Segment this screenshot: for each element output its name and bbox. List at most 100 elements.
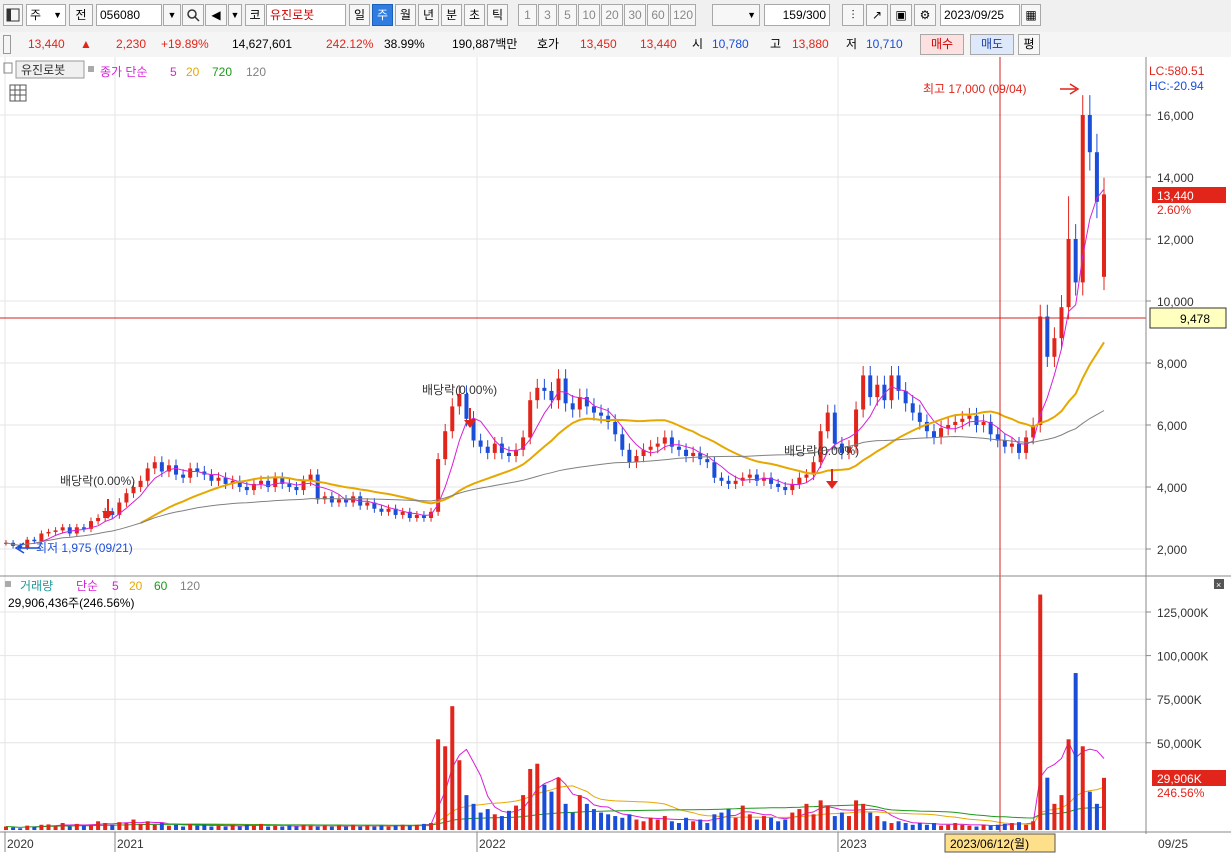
volume-bar — [174, 824, 179, 830]
volume-bar — [81, 825, 86, 830]
speaker-dropdown-icon[interactable]: ▼ — [228, 4, 242, 26]
sell-button[interactable]: 매도 — [970, 34, 1014, 55]
candle-body — [684, 449, 689, 456]
interval-dropdown[interactable]: ▼ — [712, 4, 760, 26]
buy-button[interactable]: 매수 — [920, 34, 964, 55]
candle-body — [478, 440, 483, 447]
date-field[interactable]: 2023/09/25 — [940, 4, 1020, 26]
price-tick-label: 4,000 — [1157, 481, 1187, 495]
interval-button[interactable]: 3 — [538, 4, 557, 26]
volume-bar — [754, 819, 759, 830]
period-button[interactable]: 초 — [464, 4, 485, 26]
search-icon[interactable] — [182, 4, 204, 26]
volume-bar — [96, 821, 101, 830]
interval-button[interactable]: 1 — [518, 4, 537, 26]
candle-body — [181, 474, 186, 478]
volume-bar — [669, 821, 674, 830]
volume-tick-label: 75,000K — [1157, 693, 1202, 707]
price-tick-label: 10,000 — [1157, 295, 1194, 309]
code-dropdown-icon[interactable]: ▼ — [163, 4, 181, 26]
candle-body — [648, 446, 653, 450]
volume-bar — [365, 825, 370, 830]
volume-bar — [308, 825, 313, 830]
volume-bar — [854, 800, 859, 830]
interval-button[interactable]: 5 — [558, 4, 577, 26]
volume-bar — [917, 823, 922, 830]
candle-body — [301, 480, 306, 491]
period-button[interactable]: 월 — [395, 4, 416, 26]
candle-body — [967, 415, 972, 419]
stock-code-input[interactable]: 056080 — [96, 4, 162, 26]
candle-body — [365, 502, 370, 506]
window-menu-icon[interactable] — [3, 4, 23, 26]
candle-body — [450, 406, 455, 432]
period-button[interactable]: 일 — [349, 4, 370, 26]
candle-body — [662, 437, 667, 444]
interval-button[interactable]: 60 — [647, 4, 669, 26]
volume-bar — [577, 795, 582, 830]
gear-icon[interactable]: ⚙ — [914, 4, 936, 26]
volume-bar — [1087, 791, 1092, 830]
price-tick-label: 6,000 — [1157, 419, 1187, 433]
interval-button[interactable]: 10 — [578, 4, 600, 26]
volume-bar — [421, 823, 426, 830]
candle-body — [485, 446, 490, 453]
candle-body — [854, 409, 859, 447]
period-button[interactable]: 주 — [372, 4, 393, 26]
stock-name-field[interactable]: 유진로봇 — [266, 4, 346, 26]
volume-bar — [251, 825, 256, 830]
candle-body — [1024, 437, 1029, 453]
candle-body — [676, 446, 681, 450]
volume-bar — [1080, 746, 1085, 830]
save-icon[interactable]: ▣ — [890, 4, 912, 26]
volume-bar — [514, 805, 519, 830]
candle-body — [946, 425, 951, 429]
volume-bar — [542, 784, 547, 830]
candle-body — [591, 406, 596, 413]
volume-bar — [825, 805, 830, 830]
pyeong-button[interactable]: 평 — [1018, 34, 1040, 55]
jeon-button[interactable]: 전 — [69, 4, 93, 26]
table-icon[interactable] — [9, 84, 27, 102]
interval-button[interactable]: 30 — [624, 4, 646, 26]
volume-bar — [74, 823, 79, 830]
candle-body — [400, 511, 405, 515]
period-button[interactable]: 년 — [418, 4, 439, 26]
interval-button[interactable]: 20 — [601, 4, 623, 26]
volume-bar — [230, 824, 235, 830]
volume-bar — [67, 826, 72, 830]
candle-body — [868, 375, 873, 398]
volume-bar — [648, 817, 653, 830]
volume-bar — [400, 824, 405, 830]
vol-ma-period-5: 5 — [112, 579, 119, 593]
volume-bar — [634, 819, 639, 830]
candle-body — [960, 418, 965, 422]
volume-bar — [351, 824, 356, 830]
volume-bar — [379, 825, 384, 830]
calendar-icon[interactable]: ▦ — [1021, 4, 1041, 26]
volume-bar — [641, 821, 646, 830]
period-button[interactable]: 틱 — [487, 4, 508, 26]
line-tool-icon[interactable]: ↗ — [866, 4, 888, 26]
stock-chart[interactable]: 16,000 14,000 12,000 10,000 8,000 6,000 4,000 2… — [0, 57, 1231, 856]
candle-body — [259, 480, 264, 484]
type-select[interactable]: 주 ▼ — [26, 4, 66, 26]
volume-bar — [924, 824, 929, 830]
candle-body — [1094, 152, 1099, 202]
candle-body — [216, 477, 221, 481]
period-button[interactable]: 분 — [441, 4, 462, 26]
volume-bar — [740, 805, 745, 830]
volume-bar — [1059, 795, 1064, 830]
interval-button[interactable]: 120 — [670, 4, 696, 26]
candle-body — [931, 431, 936, 438]
candle-type-icon[interactable]: ⫶ — [842, 4, 864, 26]
bar-count-field[interactable]: 159/300 — [764, 4, 830, 26]
candle-body — [67, 527, 72, 534]
lc-value: LC:580.51 — [1149, 64, 1205, 78]
candle-body — [53, 530, 58, 532]
volume-bar — [1073, 673, 1078, 830]
speaker-icon[interactable]: ◀︎ — [205, 4, 227, 26]
candle-body — [875, 384, 880, 398]
candle-body — [138, 480, 143, 487]
volume-bar — [259, 823, 264, 830]
